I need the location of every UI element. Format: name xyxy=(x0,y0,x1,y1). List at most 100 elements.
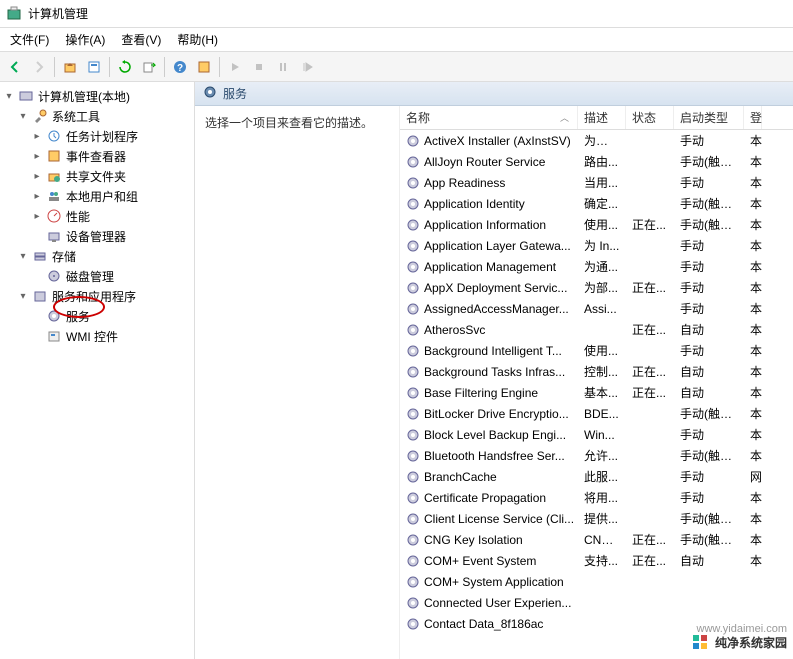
toolbar: ? xyxy=(0,52,793,82)
tree-wmi[interactable]: ▸ WMI 控件 xyxy=(0,326,194,346)
service-login: 本 xyxy=(744,132,762,149)
expand-icon[interactable]: ▸ xyxy=(30,189,44,203)
gear-icon xyxy=(203,85,217,102)
disk-icon xyxy=(46,268,62,284)
gear-icon xyxy=(406,281,420,295)
export-button[interactable] xyxy=(138,56,160,78)
tree-disk-management[interactable]: ▸ 磁盘管理 xyxy=(0,266,194,286)
service-start: 手动(触发... xyxy=(674,195,744,212)
tree-task-scheduler[interactable]: ▸ 任务计划程序 xyxy=(0,126,194,146)
service-row[interactable]: BitLocker Drive Encryptio...BDE...手动(触发.… xyxy=(400,403,793,424)
expand-icon[interactable]: ▸ xyxy=(30,149,44,163)
service-name: Contact Data_8f186ac xyxy=(424,617,543,631)
service-start: 手动 xyxy=(674,426,744,443)
list-body[interactable]: ActiveX Installer (AxInstSV)为从 ...手动本All… xyxy=(400,130,793,659)
menu-file[interactable]: 文件(F) xyxy=(2,28,57,51)
service-login: 本 xyxy=(744,447,762,464)
service-row[interactable]: ActiveX Installer (AxInstSV)为从 ...手动本 xyxy=(400,130,793,151)
menu-view[interactable]: 查看(V) xyxy=(113,28,169,51)
service-name: Client License Service (Cli... xyxy=(424,512,574,526)
nav-tree[interactable]: ▾ 计算机管理(本地) ▾ 系统工具 ▸ 任务计划程序 ▸ 事件查看器 ▸ 共享… xyxy=(0,82,195,659)
tree-services-apps[interactable]: ▾ 服务和应用程序 xyxy=(0,286,194,306)
watermark-logo-icon xyxy=(689,631,711,653)
stop-button[interactable] xyxy=(248,56,270,78)
content-header: 服务 xyxy=(195,82,793,106)
service-row[interactable]: Certificate Propagation将用...手动本 xyxy=(400,487,793,508)
service-row[interactable]: CNG Key IsolationCNG...正在...手动(触发...本 xyxy=(400,529,793,550)
collapse-icon[interactable]: ▾ xyxy=(16,289,30,303)
up-button[interactable] xyxy=(59,56,81,78)
service-row[interactable]: COM+ Event System支持...正在...自动本 xyxy=(400,550,793,571)
service-row[interactable]: BranchCache此服...手动网 xyxy=(400,466,793,487)
service-row[interactable]: Application Layer Gatewa...为 In...手动本 xyxy=(400,235,793,256)
restart-button[interactable] xyxy=(296,56,318,78)
service-login: 本 xyxy=(744,363,762,380)
service-login: 本 xyxy=(744,552,762,569)
service-login: 本 xyxy=(744,426,762,443)
gear-icon xyxy=(406,491,420,505)
refresh-button[interactable] xyxy=(114,56,136,78)
help-button[interactable]: ? xyxy=(169,56,191,78)
service-row[interactable]: Application Identity确定...手动(触发...本 xyxy=(400,193,793,214)
service-row[interactable]: Application Information使用...正在...手动(触发..… xyxy=(400,214,793,235)
service-row[interactable]: AppX Deployment Servic...为部...正在...手动本 xyxy=(400,277,793,298)
service-login: 网 xyxy=(744,468,762,485)
tree-event-viewer[interactable]: ▸ 事件查看器 xyxy=(0,146,194,166)
tree-performance[interactable]: ▸ 性能 xyxy=(0,206,194,226)
service-desc: 确定... xyxy=(578,195,626,212)
column-login[interactable]: 登 xyxy=(744,106,762,129)
service-name-cell: AssignedAccessManager... xyxy=(400,302,578,316)
tree-local-users[interactable]: ▸ 本地用户和组 xyxy=(0,186,194,206)
collapse-icon[interactable]: ▾ xyxy=(16,109,30,123)
service-row[interactable]: Base Filtering Engine基本...正在...自动本 xyxy=(400,382,793,403)
back-button[interactable] xyxy=(4,56,26,78)
content-title: 服务 xyxy=(223,85,247,102)
column-start[interactable]: 启动类型 xyxy=(674,106,744,129)
tree-label: 共享文件夹 xyxy=(66,168,126,185)
service-status: 正在... xyxy=(626,384,674,401)
column-name[interactable]: 名称︿ xyxy=(400,106,578,129)
view-button[interactable] xyxy=(193,56,215,78)
tree-device-manager[interactable]: ▸ 设备管理器 xyxy=(0,226,194,246)
service-login: 本 xyxy=(744,300,762,317)
pause-button[interactable] xyxy=(272,56,294,78)
menu-help[interactable]: 帮助(H) xyxy=(169,28,226,51)
gear-icon xyxy=(406,134,420,148)
tree-shared-folders[interactable]: ▸ 共享文件夹 xyxy=(0,166,194,186)
service-start: 自动 xyxy=(674,321,744,338)
menu-action[interactable]: 操作(A) xyxy=(57,28,113,51)
expand-icon[interactable]: ▸ xyxy=(30,169,44,183)
service-name-cell: COM+ Event System xyxy=(400,554,578,568)
service-row[interactable]: AssignedAccessManager...Assi...手动本 xyxy=(400,298,793,319)
service-start: 手动 xyxy=(674,342,744,359)
tree-storage[interactable]: ▾ 存储 xyxy=(0,246,194,266)
gear-icon xyxy=(406,575,420,589)
column-status[interactable]: 状态 xyxy=(626,106,674,129)
tree-system-tools[interactable]: ▾ 系统工具 xyxy=(0,106,194,126)
service-name: COM+ System Application xyxy=(424,575,564,589)
collapse-icon[interactable]: ▾ xyxy=(16,249,30,263)
expand-icon[interactable]: ▸ xyxy=(30,129,44,143)
tree-services[interactable]: ▸ 服务 xyxy=(0,306,194,326)
gear-icon xyxy=(406,344,420,358)
service-row[interactable]: Background Intelligent T...使用...手动本 xyxy=(400,340,793,361)
service-login: 本 xyxy=(744,321,762,338)
service-row[interactable]: COM+ System Application xyxy=(400,571,793,592)
service-row[interactable]: Background Tasks Infras...控制...正在...自动本 xyxy=(400,361,793,382)
collapse-icon[interactable]: ▾ xyxy=(2,89,16,103)
service-row[interactable]: App Readiness当用...手动本 xyxy=(400,172,793,193)
service-row[interactable]: Application Management为通...手动本 xyxy=(400,256,793,277)
service-row[interactable]: Client License Service (Cli...提供...手动(触发… xyxy=(400,508,793,529)
tree-root[interactable]: ▾ 计算机管理(本地) xyxy=(0,86,194,106)
forward-button[interactable] xyxy=(28,56,50,78)
play-button[interactable] xyxy=(224,56,246,78)
service-row[interactable]: AllJoyn Router Service路由...手动(触发...本 xyxy=(400,151,793,172)
expand-icon[interactable]: ▸ xyxy=(30,209,44,223)
properties-button[interactable] xyxy=(83,56,105,78)
app-icon xyxy=(6,6,22,22)
service-row[interactable]: Connected User Experien... xyxy=(400,592,793,613)
column-desc[interactable]: 描述 xyxy=(578,106,626,129)
service-row[interactable]: Bluetooth Handsfree Ser...允许...手动(触发...本 xyxy=(400,445,793,466)
service-row[interactable]: Block Level Backup Engi...Win...手动本 xyxy=(400,424,793,445)
service-row[interactable]: AtherosSvc正在...自动本 xyxy=(400,319,793,340)
